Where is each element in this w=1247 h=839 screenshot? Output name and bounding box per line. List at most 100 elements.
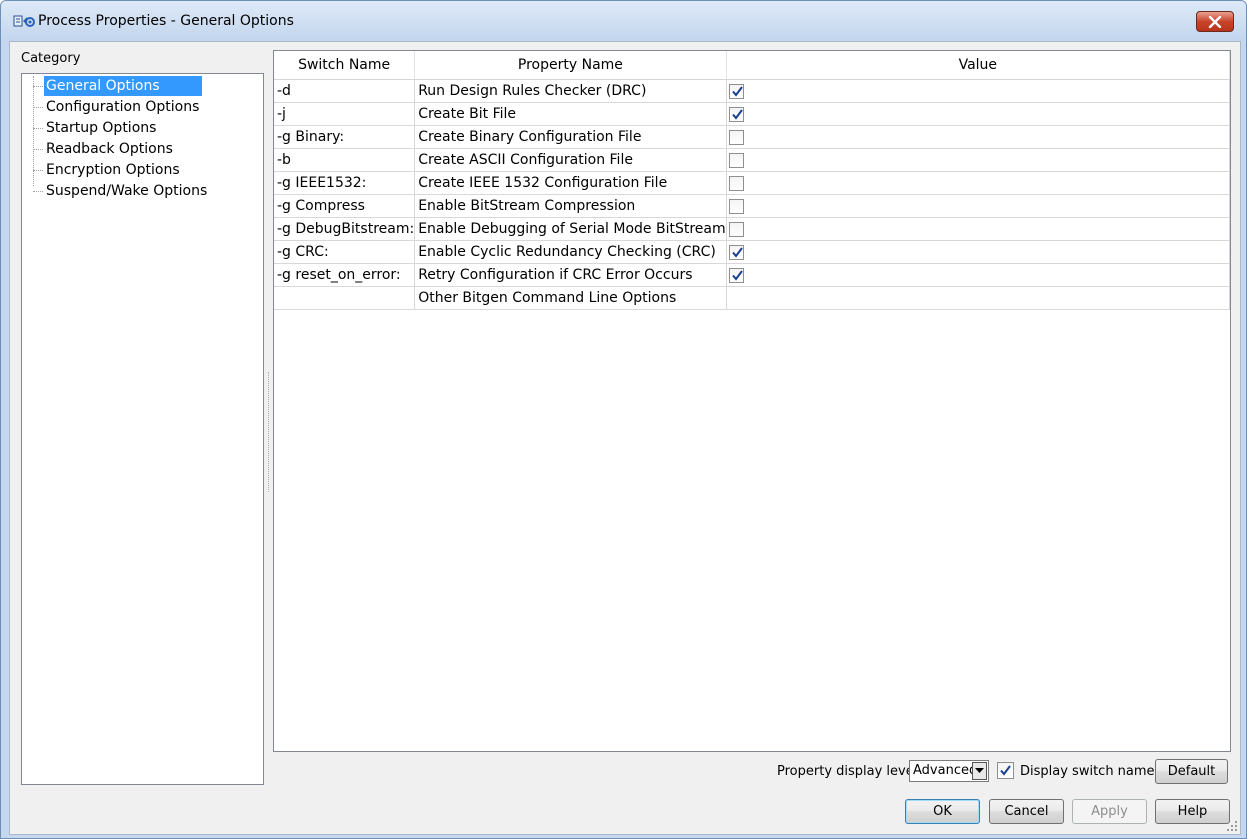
- property-name-cell: Enable Cyclic Redundancy Checking (CRC): [414, 240, 727, 264]
- property-row[interactable]: -g reset_on_error: Retry Configuration if…: [274, 263, 1231, 287]
- tree-item-label: Encryption Options: [46, 162, 180, 178]
- switch-name-cell: -b: [274, 148, 416, 172]
- value-cell[interactable]: [726, 125, 1231, 149]
- property-name-cell: Create IEEE 1532 Configuration File: [414, 171, 727, 195]
- tree-item-label: Readback Options: [46, 141, 173, 157]
- switch-name-cell: -g DebugBitstream:: [274, 217, 416, 241]
- value-checkbox[interactable]: [728, 267, 744, 283]
- column-header-value[interactable]: Value: [726, 51, 1231, 80]
- property-table: Switch Name Property Name Value -d Run De…: [274, 51, 1231, 310]
- tree-connector: [33, 149, 43, 150]
- property-name-cell: Create ASCII Configuration File: [414, 148, 727, 172]
- property-name-cell: Other Bitgen Command Line Options: [414, 286, 727, 310]
- pane-splitter[interactable]: [268, 372, 271, 492]
- property-display-level-label: Property display level:: [777, 764, 922, 779]
- property-name-cell: Enable BitStream Compression: [414, 194, 727, 218]
- dropdown-arrow-icon[interactable]: [972, 762, 987, 780]
- value-checkbox[interactable]: [728, 152, 744, 168]
- checkmark-icon: [731, 246, 743, 258]
- tree-connector: [33, 86, 43, 87]
- tree-connector: [33, 107, 43, 108]
- column-header-property-name[interactable]: Property Name: [414, 51, 727, 80]
- switch-name-cell: -g CRC:: [274, 240, 416, 264]
- property-display-level-select[interactable]: Advanced: [909, 760, 989, 782]
- property-name-cell: Create Binary Configuration File: [414, 125, 727, 149]
- property-row[interactable]: -g CRC: Enable Cyclic Redundancy Checking…: [274, 240, 1231, 264]
- tree-connector: [33, 191, 43, 192]
- dialog-client-area: Category General Options Configuration Op…: [9, 41, 1241, 835]
- value-cell[interactable]: [726, 286, 1231, 310]
- property-name-cell: Run Design Rules Checker (DRC): [414, 79, 727, 103]
- value-cell[interactable]: [726, 263, 1231, 287]
- property-row[interactable]: Other Bitgen Command Line Options: [274, 286, 1231, 310]
- value-cell[interactable]: [726, 240, 1231, 264]
- property-name-cell: Create Bit File: [414, 102, 727, 126]
- display-switch-names-checkbox[interactable]: [997, 762, 1014, 779]
- column-header-switch-name[interactable]: Switch Name: [274, 51, 416, 80]
- value-checkbox[interactable]: [728, 221, 744, 237]
- tree-item-suspend-wake-options[interactable]: Suspend/Wake Options: [33, 181, 233, 201]
- value-cell[interactable]: [726, 171, 1231, 195]
- property-row[interactable]: -g Compress Enable BitStream Compression: [274, 194, 1231, 218]
- category-tree[interactable]: General Options Configuration Options Star…: [21, 73, 264, 785]
- title-bar[interactable]: Process Properties - General Options: [1, 1, 1246, 41]
- value-checkbox[interactable]: [728, 106, 744, 122]
- property-row[interactable]: -g Binary: Create Binary Configuration Fi…: [274, 125, 1231, 149]
- close-icon: [1208, 15, 1222, 28]
- property-display-level-value: Advanced: [913, 763, 978, 778]
- cancel-button[interactable]: Cancel: [989, 799, 1064, 824]
- resize-grip-icon[interactable]: [1226, 820, 1238, 832]
- tree-item-general-options[interactable]: General Options: [33, 76, 233, 96]
- property-row[interactable]: -g IEEE1532: Create IEEE 1532 Configurati…: [274, 171, 1231, 195]
- property-row[interactable]: -j Create Bit File: [274, 102, 1231, 126]
- tree-item-label: General Options: [44, 76, 202, 96]
- value-cell[interactable]: [726, 148, 1231, 172]
- property-name-cell: Retry Configuration if CRC Error Occurs: [414, 263, 727, 287]
- property-row[interactable]: -d Run Design Rules Checker (DRC): [274, 79, 1231, 103]
- switch-name-cell: -g Compress: [274, 194, 416, 218]
- checkmark-icon: [731, 269, 743, 281]
- value-checkbox[interactable]: [728, 198, 744, 214]
- tree-item-label: Startup Options: [46, 120, 157, 136]
- process-properties-dialog: Process Properties - General Options Cat…: [0, 0, 1247, 839]
- switch-name-cell: -g IEEE1532:: [274, 171, 416, 195]
- tree-item-encryption-options[interactable]: Encryption Options: [33, 160, 233, 180]
- value-checkbox[interactable]: [728, 175, 744, 191]
- tree-item-configuration-options[interactable]: Configuration Options: [33, 97, 233, 117]
- value-checkbox[interactable]: [728, 244, 744, 260]
- value-checkbox[interactable]: [728, 129, 744, 145]
- tree-connector: [33, 170, 43, 171]
- switch-name-cell: -g Binary:: [274, 125, 416, 149]
- tree-connector: [33, 128, 43, 129]
- switch-name-cell: [274, 286, 416, 310]
- value-cell[interactable]: [726, 79, 1231, 103]
- default-button[interactable]: Default: [1155, 759, 1228, 784]
- tree-item-label: Suspend/Wake Options: [46, 183, 208, 199]
- process-properties-icon: [13, 13, 35, 31]
- property-name-cell: Enable Debugging of Serial Mode BitStrea…: [414, 217, 727, 241]
- switch-name-cell: -d: [274, 79, 416, 103]
- value-cell[interactable]: [726, 102, 1231, 126]
- property-row[interactable]: -g DebugBitstream: Enable Debugging of Se…: [274, 217, 1231, 241]
- category-label: Category: [21, 51, 81, 66]
- value-cell[interactable]: [726, 217, 1231, 241]
- tree-item-startup-options[interactable]: Startup Options: [33, 118, 233, 138]
- property-table-header: Switch Name Property Name Value: [274, 51, 1231, 80]
- property-grid: Switch Name Property Name Value -d Run De…: [273, 50, 1231, 752]
- display-switch-names-label: Display switch names: [1020, 764, 1162, 779]
- value-cell[interactable]: [726, 194, 1231, 218]
- window-title: Process Properties - General Options: [38, 13, 294, 29]
- value-checkbox[interactable]: [728, 83, 744, 99]
- switch-name-cell: -g reset_on_error:: [274, 263, 416, 287]
- checkmark-icon: [731, 108, 743, 120]
- tree-item-readback-options[interactable]: Readback Options: [33, 139, 233, 159]
- ok-button[interactable]: OK: [905, 799, 980, 824]
- checkmark-icon: [731, 85, 743, 97]
- display-options-row: Property display level: Advanced Display…: [10, 757, 1240, 787]
- close-button[interactable]: [1196, 11, 1234, 32]
- help-button[interactable]: Help: [1155, 799, 1230, 824]
- property-row[interactable]: -b Create ASCII Configuration File: [274, 148, 1231, 172]
- apply-button[interactable]: Apply: [1072, 799, 1147, 824]
- checkmark-icon: [1000, 765, 1011, 776]
- tree-item-label: Configuration Options: [46, 99, 200, 115]
